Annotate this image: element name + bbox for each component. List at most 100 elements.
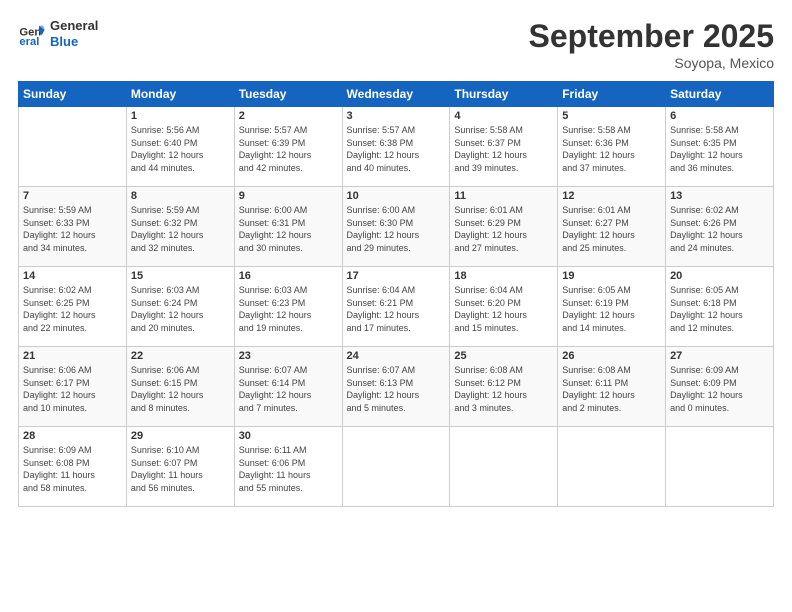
week-row-5: 28Sunrise: 6:09 AM Sunset: 6:08 PM Dayli…	[19, 427, 774, 507]
day-info: Sunrise: 6:05 AM Sunset: 6:19 PM Dayligh…	[562, 284, 661, 334]
column-header-monday: Monday	[126, 82, 234, 107]
week-row-4: 21Sunrise: 6:06 AM Sunset: 6:17 PM Dayli…	[19, 347, 774, 427]
calendar-cell: 11 Sunrise: 6:01 AM Sunset: 6:29 PM Dayli…	[450, 187, 558, 267]
day-number: 29	[131, 430, 230, 442]
calendar-cell	[666, 427, 774, 507]
calendar-cell	[450, 427, 558, 507]
week-row-2: 7 Sunrise: 5:59 AM Sunset: 6:33 PM Daylig…	[19, 187, 774, 267]
calendar-cell: 21Sunrise: 6:06 AM Sunset: 6:17 PM Dayli…	[19, 347, 127, 427]
day-number: 14	[23, 270, 122, 282]
day-info: Sunrise: 6:10 AM Sunset: 6:07 PM Dayligh…	[131, 444, 230, 494]
day-number: 10	[347, 190, 446, 202]
calendar-cell: 23 Sunrise: 6:07 AM Sunset: 6:14 PM Dayli…	[234, 347, 342, 427]
calendar-header: SundayMondayTuesdayWednesdayThursdayFrid…	[19, 82, 774, 107]
day-info: Sunrise: 5:59 AM Sunset: 6:32 PM Dayligh…	[131, 204, 230, 254]
column-header-friday: Friday	[558, 82, 666, 107]
day-number: 4	[454, 110, 553, 122]
logo: Gen eral General Blue	[18, 18, 98, 49]
day-info: Sunrise: 5:58 AM Sunset: 6:36 PM Dayligh…	[562, 124, 661, 174]
day-info: Sunrise: 6:08 AM Sunset: 6:12 PM Dayligh…	[454, 364, 553, 414]
day-number: 6	[670, 110, 769, 122]
calendar-cell: 15Sunrise: 6:03 AM Sunset: 6:24 PM Dayli…	[126, 267, 234, 347]
day-number: 7	[23, 190, 122, 202]
day-info: Sunrise: 6:02 AM Sunset: 6:25 PM Dayligh…	[23, 284, 122, 334]
day-info: Sunrise: 6:02 AM Sunset: 6:26 PM Dayligh…	[670, 204, 769, 254]
logo-icon: Gen eral	[18, 20, 46, 48]
calendar-cell: 12Sunrise: 6:01 AM Sunset: 6:27 PM Dayli…	[558, 187, 666, 267]
day-number: 25	[454, 350, 553, 362]
day-info: Sunrise: 6:08 AM Sunset: 6:11 PM Dayligh…	[562, 364, 661, 414]
page-header: Gen eral General Blue September 2025 Soy…	[18, 18, 774, 71]
day-number: 1	[131, 110, 230, 122]
week-row-3: 14 Sunrise: 6:02 AM Sunset: 6:25 PM Dayli…	[19, 267, 774, 347]
calendar-cell: 17Sunrise: 6:04 AM Sunset: 6:21 PM Dayli…	[342, 267, 450, 347]
day-info: Sunrise: 6:05 AM Sunset: 6:18 PM Dayligh…	[670, 284, 769, 334]
calendar-cell: 28Sunrise: 6:09 AM Sunset: 6:08 PM Dayli…	[19, 427, 127, 507]
day-number: 17	[347, 270, 446, 282]
column-header-thursday: Thursday	[450, 82, 558, 107]
calendar-cell: 2 Sunrise: 5:57 AM Sunset: 6:39 PM Daylig…	[234, 107, 342, 187]
day-info: Sunrise: 6:06 AM Sunset: 6:17 PM Dayligh…	[23, 364, 122, 414]
logo-text-line2: Blue	[50, 34, 98, 50]
day-number: 9	[239, 190, 338, 202]
calendar-cell	[342, 427, 450, 507]
day-info: Sunrise: 6:06 AM Sunset: 6:15 PM Dayligh…	[131, 364, 230, 414]
calendar-cell	[19, 107, 127, 187]
day-info: Sunrise: 6:00 AM Sunset: 6:30 PM Dayligh…	[347, 204, 446, 254]
calendar-cell: 13 Sunrise: 6:02 AM Sunset: 6:26 PM Dayli…	[666, 187, 774, 267]
day-info: Sunrise: 5:59 AM Sunset: 6:33 PM Dayligh…	[23, 204, 122, 254]
calendar-cell: 20 Sunrise: 6:05 AM Sunset: 6:18 PM Dayli…	[666, 267, 774, 347]
day-number: 19	[562, 270, 661, 282]
day-number: 20	[670, 270, 769, 282]
day-info: Sunrise: 5:58 AM Sunset: 6:35 PM Dayligh…	[670, 124, 769, 174]
day-info: Sunrise: 6:09 AM Sunset: 6:08 PM Dayligh…	[23, 444, 122, 494]
day-info: Sunrise: 6:07 AM Sunset: 6:13 PM Dayligh…	[347, 364, 446, 414]
day-info: Sunrise: 6:09 AM Sunset: 6:09 PM Dayligh…	[670, 364, 769, 414]
svg-text:eral: eral	[19, 36, 39, 48]
day-number: 26	[562, 350, 661, 362]
day-info: Sunrise: 6:07 AM Sunset: 6:14 PM Dayligh…	[239, 364, 338, 414]
calendar-cell: 29 Sunrise: 6:10 AM Sunset: 6:07 PM Dayli…	[126, 427, 234, 507]
day-number: 11	[454, 190, 553, 202]
calendar-cell: 24 Sunrise: 6:07 AM Sunset: 6:13 PM Dayli…	[342, 347, 450, 427]
day-info: Sunrise: 5:57 AM Sunset: 6:38 PM Dayligh…	[347, 124, 446, 174]
day-number: 30	[239, 430, 338, 442]
column-header-saturday: Saturday	[666, 82, 774, 107]
day-number: 24	[347, 350, 446, 362]
day-number: 2	[239, 110, 338, 122]
day-number: 3	[347, 110, 446, 122]
day-number: 15	[131, 270, 230, 282]
day-info: Sunrise: 5:58 AM Sunset: 6:37 PM Dayligh…	[454, 124, 553, 174]
calendar-cell: 16 Sunrise: 6:03 AM Sunset: 6:23 PM Dayli…	[234, 267, 342, 347]
calendar-cell: 9 Sunrise: 6:00 AM Sunset: 6:31 PM Daylig…	[234, 187, 342, 267]
day-number: 13	[670, 190, 769, 202]
calendar-cell: 6 Sunrise: 5:58 AM Sunset: 6:35 PM Daylig…	[666, 107, 774, 187]
day-number: 22	[131, 350, 230, 362]
calendar-title: September 2025	[529, 18, 774, 55]
day-info: Sunrise: 6:03 AM Sunset: 6:23 PM Dayligh…	[239, 284, 338, 334]
day-info: Sunrise: 5:57 AM Sunset: 6:39 PM Dayligh…	[239, 124, 338, 174]
day-number: 8	[131, 190, 230, 202]
day-number: 27	[670, 350, 769, 362]
calendar-cell: 22 Sunrise: 6:06 AM Sunset: 6:15 PM Dayli…	[126, 347, 234, 427]
day-info: Sunrise: 6:01 AM Sunset: 6:29 PM Dayligh…	[454, 204, 553, 254]
calendar-cell: 1Sunrise: 5:56 AM Sunset: 6:40 PM Daylig…	[126, 107, 234, 187]
day-number: 23	[239, 350, 338, 362]
calendar-cell: 18Sunrise: 6:04 AM Sunset: 6:20 PM Dayli…	[450, 267, 558, 347]
logo-text-line1: General	[50, 18, 98, 34]
calendar-cell: 10 Sunrise: 6:00 AM Sunset: 6:30 PM Dayli…	[342, 187, 450, 267]
calendar-cell: 3 Sunrise: 5:57 AM Sunset: 6:38 PM Daylig…	[342, 107, 450, 187]
calendar-subtitle: Soyopa, Mexico	[529, 55, 774, 71]
title-area: September 2025 Soyopa, Mexico	[529, 18, 774, 71]
calendar-table: SundayMondayTuesdayWednesdayThursdayFrid…	[18, 81, 774, 507]
calendar-cell: 26 Sunrise: 6:08 AM Sunset: 6:11 PM Dayli…	[558, 347, 666, 427]
column-header-wednesday: Wednesday	[342, 82, 450, 107]
calendar-cell: 25 Sunrise: 6:08 AM Sunset: 6:12 PM Dayli…	[450, 347, 558, 427]
calendar-cell	[558, 427, 666, 507]
day-number: 16	[239, 270, 338, 282]
week-row-1: 1Sunrise: 5:56 AM Sunset: 6:40 PM Daylig…	[19, 107, 774, 187]
day-info: Sunrise: 6:00 AM Sunset: 6:31 PM Dayligh…	[239, 204, 338, 254]
calendar-cell: 27 Sunrise: 6:09 AM Sunset: 6:09 PM Dayli…	[666, 347, 774, 427]
day-info: Sunrise: 6:11 AM Sunset: 6:06 PM Dayligh…	[239, 444, 338, 494]
column-header-sunday: Sunday	[19, 82, 127, 107]
